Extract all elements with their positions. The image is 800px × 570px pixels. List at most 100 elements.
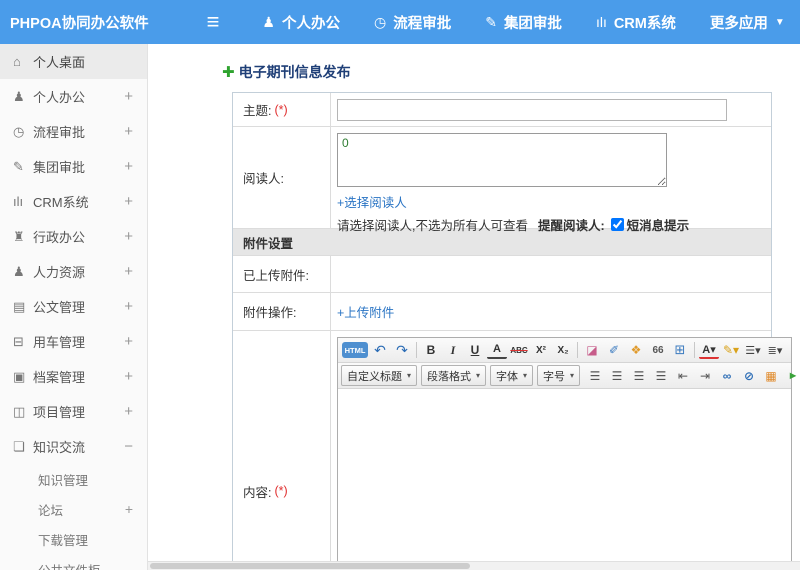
horizontal-scrollbar (148, 561, 800, 570)
attachment-op-label-cell: 附件操作: (233, 293, 331, 330)
editor-content-area[interactable] (338, 389, 791, 570)
person-icon: ♟ (13, 88, 25, 104)
numbered-list-button[interactable]: ≣▾ (765, 340, 785, 360)
sidebar-item-label: 行政办公 (33, 230, 86, 245)
subject-input[interactable] (337, 98, 727, 121)
outdent-button[interactable]: ⇤ (673, 366, 693, 386)
green-plus-icon: ✚ (222, 64, 235, 81)
plus-icon: + (124, 193, 133, 210)
horizontal-scrollbar-thumb[interactable] (150, 563, 470, 569)
clock-icon: ◷ (13, 123, 25, 139)
align-left-button[interactable]: ☰ (585, 366, 605, 386)
italic-button[interactable]: I (443, 340, 463, 360)
sidebar-item-label: 知识交流 (33, 440, 86, 455)
insert-image-button[interactable]: ▦ (761, 366, 781, 386)
format-painter-button[interactable]: ✐ (604, 340, 624, 360)
remove-link-button[interactable]: ⊘ (739, 366, 759, 386)
sidebar-subitem-knowledge-management[interactable]: 知识管理 (0, 464, 147, 494)
underline-button[interactable]: U (465, 340, 485, 360)
topnav-crm-system[interactable]: ılı CRM系统 (596, 12, 676, 33)
sidebar-item-document-management[interactable]: ▤ 公文管理 + (0, 289, 147, 324)
plus-icon: + (124, 123, 133, 140)
bold-button[interactable]: B (421, 340, 441, 360)
sms-label: 短消息提示 (626, 219, 690, 233)
strikethrough-button[interactable]: ABC (509, 340, 529, 360)
building-icon: ♜ (13, 228, 25, 244)
sidebar-item-human-resources[interactable]: ♟ 人力资源 + (0, 254, 147, 289)
align-right-button[interactable]: ☰ (629, 366, 649, 386)
main-content: ✚ 电子期刊信息发布 主题: (*) 阅读人: 0 +选择阅读人 请选择阅读人,… (148, 44, 800, 570)
sidebar-item-label: 集团审批 (33, 160, 86, 175)
content-value-cell: HTML ↶ ↷ B I U A ABC X² X₂ ◪ ✐ ❖ 66 ⊞ A▾… (331, 331, 800, 570)
highlight-color-button[interactable]: ✎▾ (721, 340, 741, 360)
sidebar-item-admin-office[interactable]: ♜ 行政办公 + (0, 219, 147, 254)
sidebar-subitem-label: 知识管理 (38, 473, 89, 488)
home-icon: ⌂ (13, 54, 21, 69)
plus-icon: + (124, 228, 133, 245)
align-center-button[interactable]: ☰ (607, 366, 627, 386)
required-mark: (*) (274, 102, 288, 117)
blockquote-button[interactable]: 66 (648, 340, 668, 360)
plus-icon: + (124, 88, 133, 105)
sidebar-item-archive-management[interactable]: ▣ 档案管理 + (0, 359, 147, 394)
sidebar-subitem-public-file-cabinet[interactable]: 公共文件柜 (0, 554, 147, 570)
redo-button[interactable]: ↷ (392, 340, 412, 360)
select-readers-link[interactable]: +选择阅读人 (337, 196, 407, 210)
chevron-down-icon: ▾ (476, 371, 481, 380)
remove-format-button[interactable]: ◪ (582, 340, 602, 360)
align-justify-button[interactable]: ☰ (651, 366, 671, 386)
custom-title-dropdown[interactable]: 自定义标题 ▾ (341, 365, 418, 386)
page-title-text: 电子期刊信息发布 (238, 64, 351, 80)
sidebar-item-label: 公文管理 (33, 300, 86, 315)
font-size-dropdown[interactable]: 字号 ▾ (537, 365, 581, 386)
insert-table-button[interactable]: ⊞ (670, 340, 690, 360)
font-family-dropdown[interactable]: 字体 ▾ (490, 365, 534, 386)
sidebar-item-vehicle-management[interactable]: ⊟ 用车管理 + (0, 324, 147, 359)
archive-icon: ▣ (13, 368, 26, 384)
readers-hint-line: 请选择阅读人,不选为所有人可查看 提醒阅读人: 短消息提示 (337, 215, 765, 234)
sidebar-subitem-forum[interactable]: 论坛 + (0, 494, 147, 524)
insert-link-button[interactable]: ∞ (717, 366, 737, 386)
readers-value-cell: 0 +选择阅读人 请选择阅读人,不选为所有人可查看 提醒阅读人: 短消息提示 (331, 127, 771, 233)
topnav-personal-office[interactable]: ♟ 个人办公 (262, 12, 340, 33)
sidebar-item-group-approval[interactable]: ✎ 集团审批 + (0, 149, 147, 184)
font-attr-button[interactable]: A (487, 342, 507, 359)
insert-media-button[interactable]: ► (783, 366, 800, 386)
paragraph-format-dropdown[interactable]: 段落格式 ▾ (421, 365, 487, 386)
topnav-label: 更多应用 (709, 15, 768, 32)
sidebar-subitem-label: 论坛 (38, 503, 64, 518)
sidebar-item-personal-office[interactable]: ♟ 个人办公 + (0, 79, 147, 114)
hamburger-menu-icon[interactable]: ≡ (207, 11, 220, 33)
indent-button[interactable]: ⇥ (695, 366, 715, 386)
sidebar-item-personal-desktop[interactable]: ⌂ 个人桌面 (0, 44, 147, 79)
subscript-button[interactable]: X₂ (553, 340, 573, 360)
superscript-button[interactable]: X² (531, 340, 551, 360)
dropdown-label: 自定义标题 (347, 370, 402, 383)
sidebar-item-label: CRM系统 (33, 195, 89, 210)
readers-label: 阅读人: (243, 172, 284, 186)
plus-icon: + (124, 263, 133, 280)
sidebar-item-project-management[interactable]: ◫ 项目管理 + (0, 394, 147, 429)
undo-button[interactable]: ↶ (370, 340, 390, 360)
upload-attachment-link[interactable]: +上传附件 (337, 302, 394, 321)
topnav-group-approval[interactable]: ✎ 集团审批 (485, 12, 562, 33)
sms-checkbox[interactable] (610, 218, 624, 231)
sidebar-item-knowledge-exchange[interactable]: ❏ 知识交流 − (0, 429, 147, 464)
topnav-more-apps[interactable]: 更多应用 ▼ (710, 12, 785, 33)
sidebar-item-crm-system[interactable]: ılı CRM系统 + (0, 184, 147, 219)
content-label-cell: 内容: (*) (233, 331, 331, 570)
chevron-down-icon: ▾ (523, 371, 528, 380)
readers-hint-text: 请选择阅读人,不选为所有人可查看 (337, 219, 528, 233)
sidebar-subitem-download-management[interactable]: 下载管理 (0, 524, 147, 554)
chevron-down-icon: ▾ (407, 371, 412, 380)
topnav-workflow-approval[interactable]: ◷ 流程审批 (374, 12, 451, 33)
readers-textarea[interactable]: 0 (337, 133, 667, 187)
editor-toolbar-row1: HTML ↶ ↷ B I U A ABC X² X₂ ◪ ✐ ❖ 66 ⊞ A▾… (338, 338, 791, 363)
plus-icon: + (124, 403, 133, 420)
font-color-button[interactable]: A▾ (699, 342, 719, 359)
html-source-button[interactable]: HTML (342, 342, 368, 358)
styles-brush-button[interactable]: ❖ (626, 340, 646, 360)
bullet-list-button[interactable]: ☰▾ (743, 340, 763, 360)
sidebar-item-label: 项目管理 (33, 405, 86, 420)
sidebar-item-workflow-approval[interactable]: ◷ 流程审批 + (0, 114, 147, 149)
